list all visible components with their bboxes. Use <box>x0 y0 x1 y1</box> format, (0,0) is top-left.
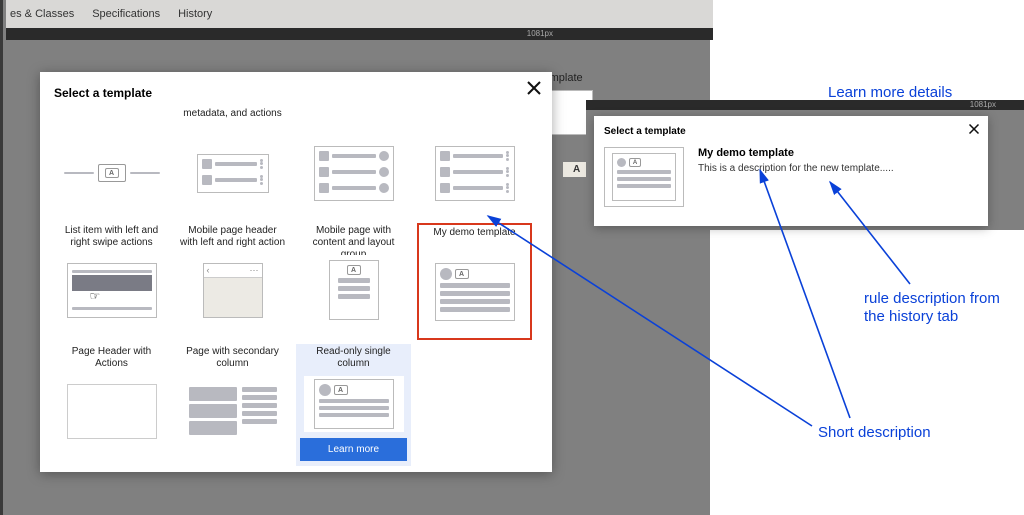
template-label: Read-only single column <box>300 346 407 372</box>
template-cell-readonly[interactable]: Read-only single column A Learn more <box>296 344 411 466</box>
ruler-bar-right: 1081px <box>586 100 1024 110</box>
template-cell-5[interactable]: Mobile page header with left and right a… <box>175 223 290 340</box>
tab-history[interactable]: History <box>178 8 212 20</box>
annotation-rule-desc: rule description from the history tab <box>864 290 1000 326</box>
annotation-short-desc: Short description <box>818 424 931 441</box>
detail-modal-title: Select a template <box>604 126 978 137</box>
template-thumbnail: A <box>304 376 404 432</box>
template-thumbnail <box>304 138 404 208</box>
close-button[interactable] <box>526 80 542 101</box>
template-thumbnail: A <box>304 255 404 325</box>
close-icon <box>526 80 542 96</box>
template-cell-1[interactable]: metadata, and actions <box>175 106 290 219</box>
template-thumbnail: ☞ <box>62 255 162 325</box>
app-tabbar: es & Classes Specifications History <box>6 0 713 28</box>
template-thumbnail <box>425 138 525 208</box>
template-thumbnail: A <box>62 138 162 208</box>
template-label: Page Header with Actions <box>58 346 165 372</box>
template-label: Page with secondary column <box>179 346 286 372</box>
close-icon <box>968 123 980 135</box>
template-thumbnail <box>62 376 162 446</box>
template-grid[interactable]: A metadata, and actions <box>54 106 538 466</box>
template-label <box>300 108 407 134</box>
learn-more-button[interactable]: Learn more <box>300 438 407 461</box>
select-template-modal: Select a template A metadata, and action… <box>40 72 552 472</box>
template-thumbnail: A <box>425 257 525 327</box>
template-cell-my-demo[interactable]: My demo template A <box>417 223 532 340</box>
template-label <box>421 108 528 134</box>
detail-close-button[interactable] <box>968 122 980 140</box>
ruler-bar: 1081px <box>6 28 713 40</box>
template-cell-9[interactable]: Page with secondary column <box>175 344 290 466</box>
template-thumbnail <box>183 376 283 446</box>
detail-template-description: This is a description for the new templa… <box>698 163 894 174</box>
detail-template-name: My demo template <box>698 147 894 159</box>
annotation-learn-more: Learn more details <box>828 84 952 101</box>
template-cell-0[interactable]: A <box>54 106 169 219</box>
template-label: Mobile page header with left and right a… <box>179 225 286 251</box>
modal-title: Select a template <box>54 86 538 100</box>
template-cell-2[interactable] <box>296 106 411 219</box>
template-detail-modal: Select a template A My demo template Thi… <box>594 116 988 226</box>
hand-pointer-icon: ☞ <box>90 289 170 303</box>
template-cell-3[interactable] <box>417 106 532 219</box>
template-label: My demo template <box>423 227 526 253</box>
template-label: List item with left and right swipe acti… <box>58 225 165 251</box>
template-cell-6[interactable]: Mobile page with content and layout grou… <box>296 223 411 340</box>
template-cell-8[interactable]: Page Header with Actions <box>54 344 169 466</box>
tab-specifications[interactable]: Specifications <box>92 8 160 20</box>
template-thumbnail: ‹⋯ <box>183 255 283 325</box>
tab-types-classes[interactable]: es & Classes <box>10 8 74 20</box>
template-thumbnail <box>183 138 283 208</box>
detail-thumbnail: A <box>604 147 684 207</box>
template-label: Mobile page with content and layout grou… <box>300 225 407 251</box>
template-label <box>58 108 165 134</box>
template-label: metadata, and actions <box>179 108 286 134</box>
template-cell-4[interactable]: List item with left and right swipe acti… <box>54 223 169 340</box>
